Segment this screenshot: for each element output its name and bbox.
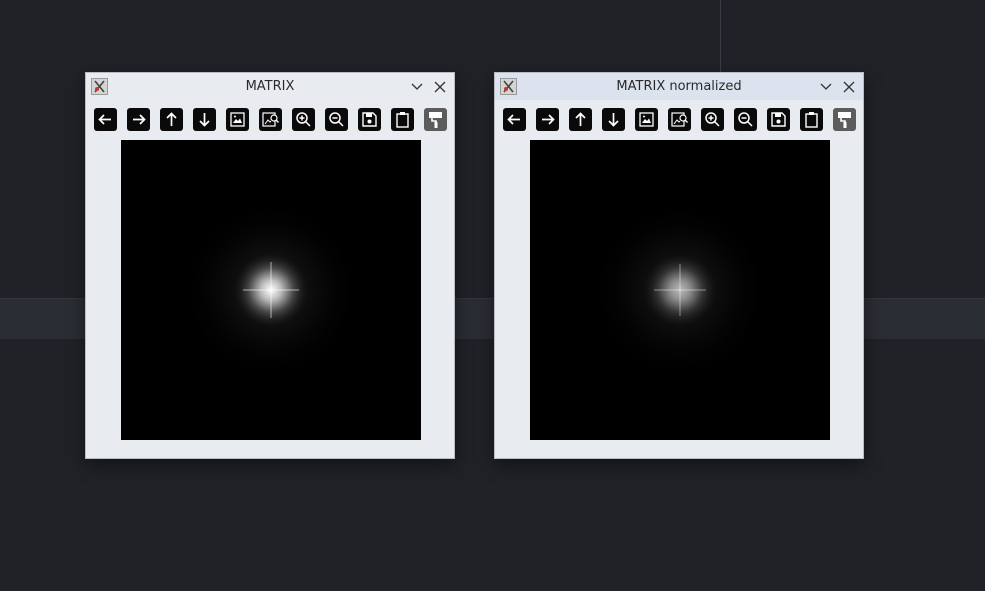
zoom-out-icon[interactable] xyxy=(325,108,348,131)
zoom-in-icon[interactable] xyxy=(701,108,724,131)
arrow-up-icon[interactable] xyxy=(569,108,592,131)
matrix-normalized-image[interactable] xyxy=(530,140,830,440)
close-icon[interactable] xyxy=(431,78,449,96)
app-icon[interactable] xyxy=(91,78,108,95)
save-icon[interactable] xyxy=(767,108,790,131)
paint-roller-icon[interactable] xyxy=(424,108,447,131)
titlebar[interactable]: MATRIX normalized xyxy=(495,73,863,100)
image-search-icon[interactable] xyxy=(259,108,282,131)
background-divider xyxy=(720,0,721,72)
clipboard-icon[interactable] xyxy=(800,108,823,131)
arrow-down-icon[interactable] xyxy=(193,108,216,131)
arrow-up-icon[interactable] xyxy=(160,108,183,131)
chevron-down-icon[interactable] xyxy=(408,78,426,96)
image-icon[interactable] xyxy=(226,108,249,131)
zoom-in-icon[interactable] xyxy=(292,108,315,131)
arrow-right-icon[interactable] xyxy=(536,108,559,131)
matrix-window[interactable]: MATRIX xyxy=(85,72,455,459)
close-icon[interactable] xyxy=(840,78,858,96)
clipboard-icon[interactable] xyxy=(391,108,414,131)
arrow-right-icon[interactable] xyxy=(127,108,150,131)
save-icon[interactable] xyxy=(358,108,381,131)
window-title: MATRIX normalized xyxy=(616,79,742,94)
arrow-down-icon[interactable] xyxy=(602,108,625,131)
image-icon[interactable] xyxy=(635,108,658,131)
matrix-normalized-window[interactable]: MATRIX normalized xyxy=(494,72,864,459)
chevron-down-icon[interactable] xyxy=(817,78,835,96)
window-title: MATRIX xyxy=(245,79,295,94)
zoom-out-icon[interactable] xyxy=(734,108,757,131)
matrix-image[interactable] xyxy=(121,140,421,440)
image-search-icon[interactable] xyxy=(668,108,691,131)
titlebar[interactable]: MATRIX xyxy=(86,73,454,100)
arrow-left-icon[interactable] xyxy=(94,108,117,131)
app-icon[interactable] xyxy=(500,78,517,95)
paint-roller-icon[interactable] xyxy=(833,108,856,131)
arrow-left-icon[interactable] xyxy=(503,108,526,131)
